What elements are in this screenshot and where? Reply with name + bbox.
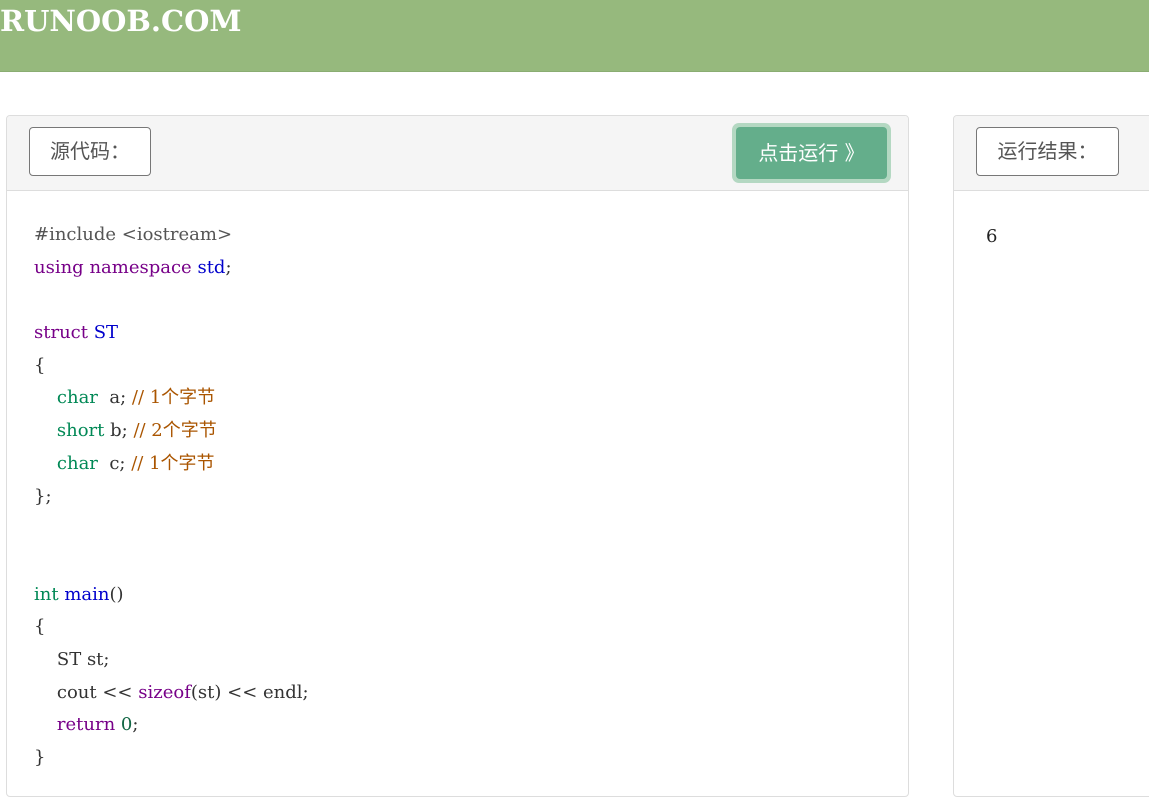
code-line: {: [34, 611, 309, 644]
code-token: return: [56, 714, 116, 736]
code-token: sizeof: [138, 681, 191, 703]
source-code-panel: 源代码： 点击运行 》 #include <iostream> using nam…: [6, 115, 909, 797]
code-token: char: [56, 452, 98, 474]
code-token: b;: [104, 420, 134, 442]
result-label: 运行结果：: [976, 127, 1119, 176]
code-line: cout << sizeof(st) << endl;: [34, 677, 309, 710]
code-token: ;: [132, 714, 139, 736]
code-line: struct ST: [34, 317, 309, 350]
source-panel-header: 源代码： 点击运行 》: [7, 116, 908, 191]
code-token: // 2个字节: [133, 420, 217, 442]
code-token: (st) << endl;: [190, 681, 309, 703]
run-button[interactable]: 点击运行 》: [732, 123, 891, 183]
result-panel: 运行结果： 6: [953, 115, 1149, 797]
code-token: c;: [97, 452, 132, 474]
code-line: char c; // 1个字节: [34, 448, 309, 481]
code-token: using: [34, 256, 84, 278]
code-line: }: [34, 742, 309, 775]
code-token: short: [56, 420, 105, 442]
code-token: {: [34, 354, 46, 376]
code-line: #include <iostream>: [34, 219, 309, 252]
code-token: int: [34, 583, 59, 605]
code-line: {: [34, 350, 309, 383]
code-token: };: [34, 485, 52, 507]
code-token: {: [34, 616, 46, 638]
code-line: short b; // 2个字节: [34, 415, 309, 448]
code-token: a;: [97, 387, 132, 409]
code-token: }: [34, 747, 46, 768]
code-token: // 1个字节: [131, 387, 216, 409]
code-token: char: [56, 387, 98, 409]
source-code-label: 源代码：: [29, 127, 151, 176]
program-output: 6: [986, 226, 998, 247]
code-editor[interactable]: #include <iostream> using namespace std; s…: [34, 219, 309, 775]
code-token: (): [109, 583, 124, 605]
result-panel-header: 运行结果：: [954, 116, 1149, 191]
code-line: char a; // 1个字节: [34, 382, 309, 415]
code-token: cout <<: [34, 681, 139, 703]
code-line: return 0;: [34, 709, 309, 742]
code-line: int main(): [34, 579, 309, 612]
code-line: };: [34, 481, 309, 514]
code-token: 0: [120, 714, 133, 736]
code-token: #include <iostream>: [34, 224, 233, 245]
site-logo[interactable]: RUNOOB.COM: [0, 4, 241, 38]
code-line: ST st;: [34, 644, 309, 677]
code-token: namespace: [89, 256, 192, 278]
code-line: using namespace std;: [34, 252, 309, 285]
code-token: main: [64, 583, 110, 605]
run-button-label[interactable]: 点击运行 》: [736, 127, 887, 179]
code-token: ;: [225, 256, 232, 278]
site-header: RUNOOB.COM: [0, 0, 1149, 72]
code-token: struct: [34, 322, 88, 344]
code-token: // 1个字节: [131, 452, 215, 474]
code-token: ST st;: [34, 648, 110, 670]
code-token: ST: [93, 322, 119, 344]
code-token: std: [197, 256, 226, 278]
